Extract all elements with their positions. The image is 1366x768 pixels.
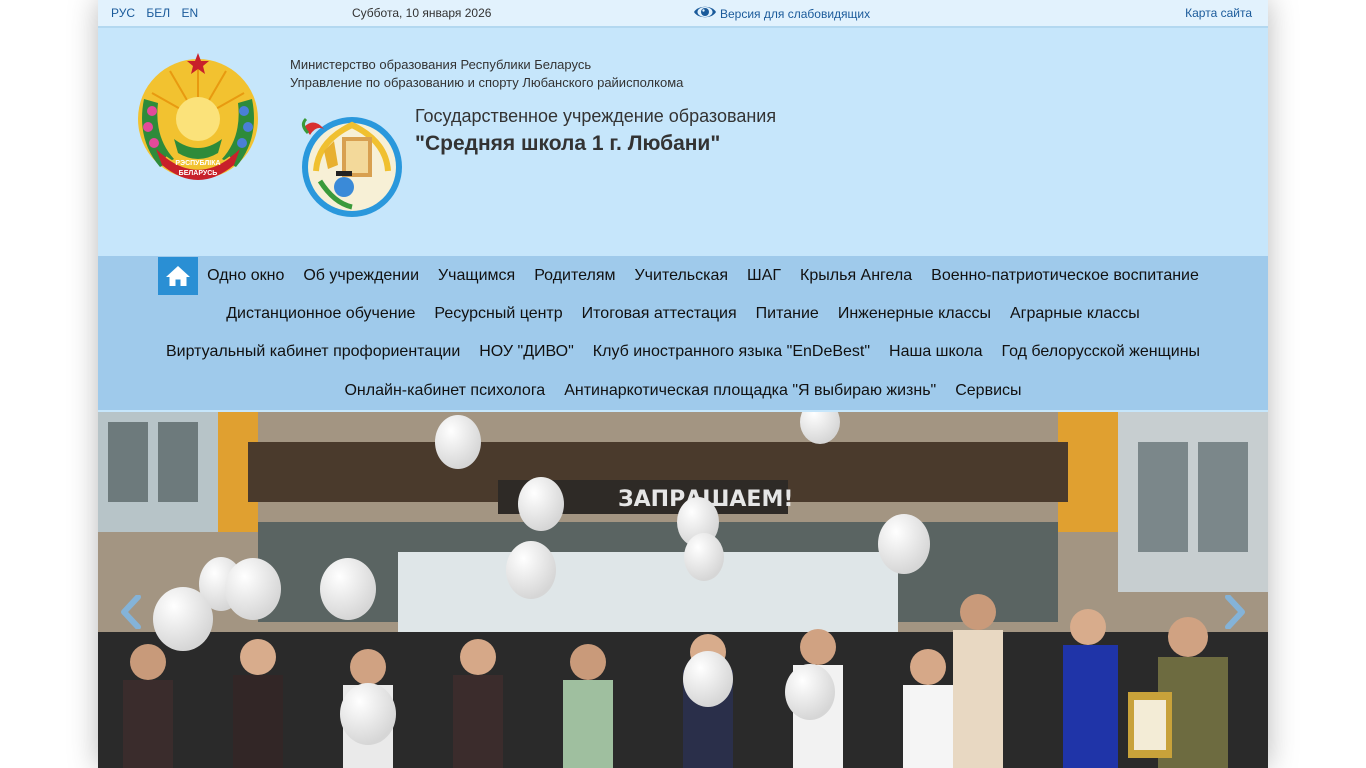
coat-of-arms-icon: РЭСПУБЛІКА БЕЛАРУСЬ xyxy=(138,53,258,180)
lang-en-link[interactable]: EN xyxy=(181,6,198,20)
menu-item-nutrition[interactable]: Питание xyxy=(746,295,828,333)
low-vision-label: Версия для слабовидящих xyxy=(720,7,871,21)
page: РУС БЕЛ EN Суббота, 10 января 2026 Верси… xyxy=(98,0,1268,768)
school-logo-icon xyxy=(301,117,402,217)
ministry-text: Министерство образования Республики Бела… xyxy=(290,56,683,92)
menu-item-psychologist[interactable]: Онлайн-кабинет психолога xyxy=(335,372,555,410)
menu-item-about[interactable]: Об учреждении xyxy=(294,257,429,295)
coat-ribbon-top: РЭСПУБЛІКА xyxy=(175,160,220,167)
menu-item-women-year[interactable]: Год белорусской женщины xyxy=(992,333,1210,371)
lang-rus-link[interactable]: РУС xyxy=(111,6,135,20)
menu-item-our-school[interactable]: Наша школа xyxy=(880,333,992,371)
lang-bel-link[interactable]: БЕЛ xyxy=(146,6,170,20)
photo-slider: ЗАПРАШАЕМ! xyxy=(98,412,1268,768)
ministry-line: Министерство образования Республики Бела… xyxy=(290,57,592,72)
low-vision-link[interactable]: Версия для слабовидящих xyxy=(693,3,870,21)
institution-type: Государственное учреждение образования xyxy=(415,106,777,126)
slide-photo: ЗАПРАШАЕМ! xyxy=(98,412,1268,768)
menu-item-angel-wings[interactable]: Крылья Ангела xyxy=(791,257,922,295)
menu-item-services[interactable]: Сервисы xyxy=(946,372,1031,410)
menu-item-shag[interactable]: ШАГ xyxy=(738,257,791,295)
menu-item-agrarian[interactable]: Аграрные классы xyxy=(1000,295,1149,333)
menu-item-resource-center[interactable]: Ресурсный центр xyxy=(425,295,572,333)
slider-next-icon[interactable] xyxy=(1222,595,1248,629)
slider-prev-icon[interactable] xyxy=(118,595,144,629)
menu-item-nou-divo[interactable]: НОУ "ДИВО" xyxy=(470,333,584,371)
menu-row-3: Виртуальный кабинет профориентации НОУ "… xyxy=(98,332,1268,371)
home-icon xyxy=(165,265,190,286)
menu-row-2: Дистанционное обучение Ресурсный центр И… xyxy=(98,294,1268,333)
menu-item-one-window[interactable]: Одно окно xyxy=(198,257,294,295)
coat-ribbon-bottom: БЕЛАРУСЬ xyxy=(179,170,218,177)
menu-row-4: Онлайн-кабинет психолога Антинаркотическ… xyxy=(98,371,1268,410)
current-date: Суббота, 10 января 2026 xyxy=(352,6,492,20)
menu-row-1: Одно окно Об учреждении Учащимся Родител… xyxy=(98,256,1268,295)
menu-item-language-club[interactable]: Клуб иностранного языка "EnDeBest" xyxy=(583,333,879,371)
language-switcher: РУС БЕЛ EN xyxy=(111,6,206,20)
eye-icon xyxy=(694,6,716,18)
menu-item-anti-drug[interactable]: Антинаркотическая площадка "Я выбираю жи… xyxy=(555,372,946,410)
menu-item-students[interactable]: Учащимся xyxy=(429,257,525,295)
sitemap-link[interactable]: Карта сайта xyxy=(1185,6,1252,20)
school-name: "Средняя школа 1 г. Любани" xyxy=(415,132,721,155)
department-line: Управление по образованию и спорту Любан… xyxy=(290,75,684,90)
menu-item-distance-learning[interactable]: Дистанционное обучение xyxy=(217,295,425,333)
menu-item-career-guidance[interactable]: Виртуальный кабинет профориентации xyxy=(156,333,469,371)
menu-item-teachers[interactable]: Учительская xyxy=(625,257,738,295)
menu-item-patriotic[interactable]: Военно-патриотическое воспитание xyxy=(922,257,1209,295)
menu-item-final-exam[interactable]: Итоговая аттестация xyxy=(572,295,746,333)
top-bar: РУС БЕЛ EN Суббота, 10 января 2026 Верси… xyxy=(98,0,1268,28)
menu-item-parents[interactable]: Родителям xyxy=(525,257,625,295)
home-button[interactable] xyxy=(157,256,198,295)
main-menu: Одно окно Об учреждении Учащимся Родител… xyxy=(98,256,1268,410)
menu-item-engineering[interactable]: Инженерные классы xyxy=(828,295,1000,333)
